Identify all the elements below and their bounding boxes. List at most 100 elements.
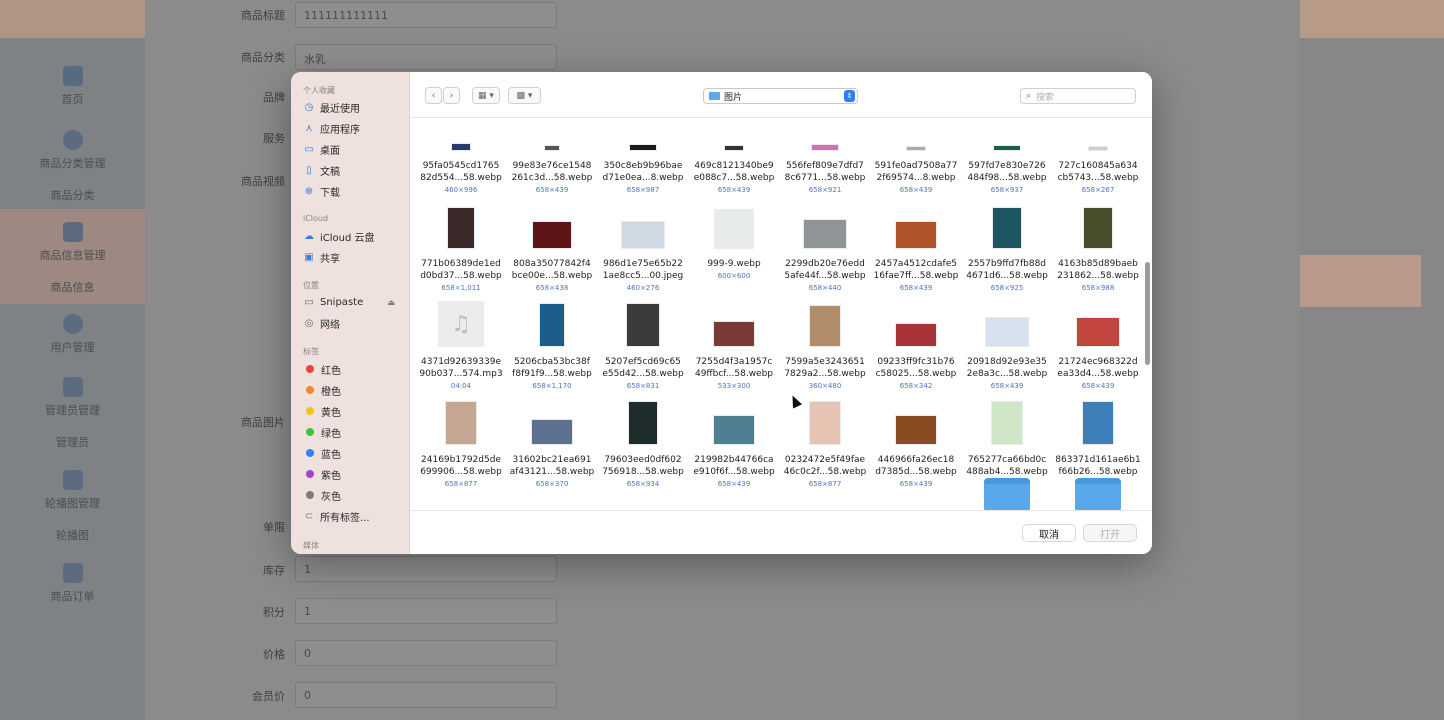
sidebar-tag-yellow[interactable]: 黄色 [303,402,403,420]
nav-orders[interactable]: 商品订单 [0,563,145,604]
image-thumbnail[interactable] [715,210,753,248]
file-name: 2457a4512cdafe5 [875,259,957,269]
sidebar-item-documents[interactable]: ▯ 文稿 [303,161,403,179]
image-thumbnail[interactable] [992,402,1022,444]
image-thumbnail[interactable] [896,416,936,444]
image-thumbnail[interactable] [533,222,571,248]
image-thumbnail[interactable] [986,318,1028,346]
file-name: 0232472e5f49fae [784,455,866,465]
sidebar-item-snipaste[interactable]: ▭ Snipaste ⏏ [303,293,403,311]
category-select[interactable]: 水乳 [295,44,557,70]
image-thumbnail[interactable] [714,322,754,346]
image-thumbnail[interactable] [1083,402,1113,444]
image-thumbnail[interactable] [448,208,474,248]
sidebar-item-network[interactable]: ◎ 网络 [303,314,403,332]
nav-user-management[interactable]: 用户管理 [0,314,145,355]
sidebar-tag-green[interactable]: 绿色 [303,423,403,441]
nav-sub-category[interactable]: 商品分类 [0,187,145,203]
title-input[interactable]: 111111111111 [295,2,557,28]
sidebar-item-recents[interactable]: ◷ 最近使用 [303,98,403,116]
search-field[interactable]: ⌕ 搜索 [1020,88,1136,104]
image-thumbnail[interactable] [629,402,657,444]
tag-dot-icon [306,386,314,394]
sidebar-item-label: 红色 [321,365,341,377]
image-thumbnail[interactable] [907,147,925,150]
image-thumbnail[interactable] [810,306,840,346]
open-button[interactable]: 打开 [1083,524,1137,542]
image-thumbnail[interactable] [804,220,846,248]
points-input[interactable]: 1 [295,598,557,624]
image-thumbnail[interactable] [452,144,470,150]
sidebar-item-downloads[interactable]: ⊕ 下载 [303,182,403,200]
nav-sub-admin[interactable]: 管理员 [0,434,145,450]
view-mode-button[interactable]: ▦ ▾ [472,87,500,104]
sidebar-tag-blue[interactable]: 蓝色 [303,444,403,462]
service-label: 服务 [263,132,285,145]
file-name: 90b037...574.mp3 [419,369,503,379]
file-name: 484f98...58.webp [967,173,1047,183]
sidebar-tag-gray[interactable]: 灰色 [303,486,403,504]
tag-dot-icon [306,365,314,373]
points-label: 积分 [263,606,285,619]
nav-carousel-management[interactable]: 轮播图管理 [0,470,145,511]
image-thumbnail[interactable] [627,304,659,346]
image-thumbnail[interactable] [545,146,559,150]
file-dimensions: 658×988 [1081,284,1115,292]
sidebar-all-tags[interactable]: ⊂ 所有标签... [303,507,403,525]
image-thumbnail[interactable] [622,222,664,248]
nav-product-management[interactable]: 商品信息管理 [0,222,145,263]
sidebar-item-icloud-drive[interactable]: ☁ iCloud 云盘 [303,227,403,245]
eject-icon[interactable]: ⏏ [387,298,395,307]
sidebar-tag-purple[interactable]: 紫色 [303,465,403,483]
file-name: 727c160845a634 [1058,161,1138,171]
image-thumbnail[interactable] [993,208,1021,248]
image-thumbnail[interactable] [446,402,476,444]
file-name: 7829a2...58.webp [784,369,866,379]
image-thumbnail[interactable] [540,304,564,346]
network-icon: ◎ [304,317,314,329]
nav-category-management[interactable]: 商品分类管理 [0,130,145,171]
folder-icon[interactable] [1075,478,1121,510]
sidebar-item-label: 网络 [320,319,340,331]
folder-icon[interactable] [984,478,1030,510]
image-thumbnail[interactable] [532,420,572,444]
price-input[interactable]: 0 [295,640,557,666]
sidebar-item-desktop[interactable]: ▭ 桌面 [303,140,403,158]
sidebar-item-label: 蓝色 [321,449,341,461]
nav-sub-product[interactable]: 商品信息 [0,279,145,295]
stock-input[interactable]: 1 [295,556,557,582]
nav-sub-carousel[interactable]: 轮播图 [0,527,145,543]
forward-button[interactable]: › [443,87,460,104]
back-button[interactable]: ‹ [425,87,442,104]
image-thumbnail[interactable] [994,146,1020,150]
file-dimensions: 658×934 [626,480,660,488]
image-thumbnail[interactable] [896,222,936,248]
image-thumbnail[interactable] [812,145,838,150]
location-popup[interactable]: 图片 ⇕ [703,88,858,104]
image-thumbnail[interactable] [725,146,743,150]
image-thumbnail[interactable] [1089,147,1107,150]
sidebar-tag-orange[interactable]: 橙色 [303,381,403,399]
image-thumbnail[interactable] [1077,318,1119,346]
image-thumbnail[interactable] [1084,208,1112,248]
sidebar-item-label: 最近使用 [320,103,360,115]
file-dimensions: 658×937 [990,186,1024,194]
image-thumbnail[interactable] [630,145,656,150]
image-thumbnail[interactable] [714,416,754,444]
file-dimensions: 658×925 [990,284,1024,292]
file-name: 2557b9ffd7fb88d [967,259,1047,269]
member-price-input[interactable]: 0 [295,682,557,708]
nav-home[interactable]: 首页 [0,66,145,107]
scrollbar-thumb[interactable] [1145,262,1150,365]
audio-file-icon[interactable]: ♫ [439,302,483,346]
file-name: cb5743...58.webp [1057,173,1139,183]
image-thumbnail[interactable] [896,324,936,346]
cancel-button[interactable]: 取消 [1022,524,1076,542]
group-mode-button[interactable]: ▩ ▾ [508,87,541,104]
image-thumbnail[interactable] [810,402,840,444]
nav-product-label: 商品信息管理 [39,249,106,262]
sidebar-tag-red[interactable]: 红色 [303,360,403,378]
nav-admin-management[interactable]: 管理员管理 [0,377,145,418]
sidebar-item-applications[interactable]: ⋏ 应用程序 [303,119,403,137]
sidebar-item-shared[interactable]: ▣ 共享 [303,248,403,266]
